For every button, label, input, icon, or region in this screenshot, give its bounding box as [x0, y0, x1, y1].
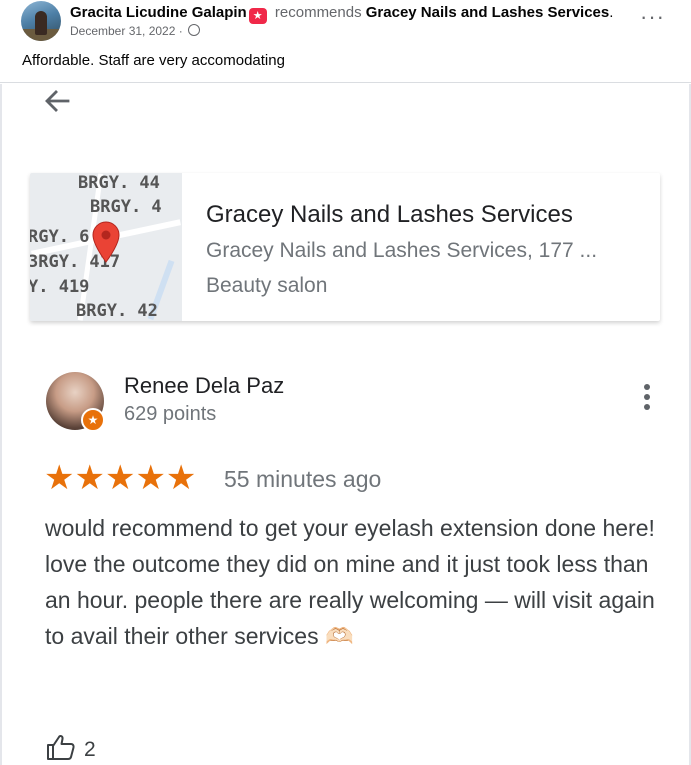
post-caption: Affordable. Staff are very accomodating [22, 52, 285, 69]
action-text: recommends [274, 4, 362, 21]
like-count: 2 [84, 738, 96, 761]
local-guide-badge-icon: ★ [81, 408, 105, 432]
place-category: Beauty salon [206, 274, 328, 297]
more-options-icon[interactable]: ··· [640, 6, 665, 28]
post-meta: December 31, 2022 · [70, 24, 201, 38]
recommend-badge-icon: ★ [248, 8, 267, 24]
map-label: RGY. 6 [30, 227, 90, 247]
map-thumbnail: BRGY. 44 BRGY. 4 RGY. 6 3RGY. 417 Y. 419… [30, 173, 182, 321]
review-menu-icon[interactable] [638, 384, 656, 418]
map-pin-icon [92, 221, 120, 263]
period: . [609, 4, 614, 21]
post-header: Gracita Licudine Galapin ★ recommends Gra… [0, 0, 691, 83]
map-label: BRGY. 44 [78, 173, 160, 193]
post-title-line: Gracita Licudine Galapin ★ recommends Gra… [70, 4, 613, 24]
back-arrow-icon [45, 90, 70, 112]
review-time: 55 minutes ago [224, 466, 382, 492]
author-avatar[interactable] [21, 1, 61, 41]
place-name[interactable]: Gracey Nails and Lashes Services [206, 201, 573, 229]
thumbs-up-icon[interactable] [46, 734, 76, 760]
star-rating: ★★★★★ [44, 459, 197, 497]
reviewer-points: 629 points [124, 403, 217, 425]
post-date[interactable]: December 31, 2022 [70, 24, 175, 38]
meta-separator: · [178, 24, 183, 38]
author-name[interactable]: Gracita Licudine Galapin [70, 4, 247, 21]
map-label: Y. 419 [30, 277, 90, 297]
review-text: would recommend to get your eyelash exte… [45, 515, 655, 649]
place-card: BRGY. 44 BRGY. 4 RGY. 6 3RGY. 417 Y. 419… [30, 173, 660, 321]
place-address: Gracey Nails and Lashes Services, 177 ..… [206, 239, 598, 262]
globe-icon [188, 24, 201, 36]
reviewer-name[interactable]: Renee Dela Paz [124, 373, 284, 399]
map-label: BRGY. 42 [76, 301, 158, 321]
map-label: BRGY. 4 [90, 197, 162, 217]
business-link[interactable]: Gracey Nails and Lashes Services [366, 4, 609, 21]
avatar-figure [35, 11, 47, 35]
